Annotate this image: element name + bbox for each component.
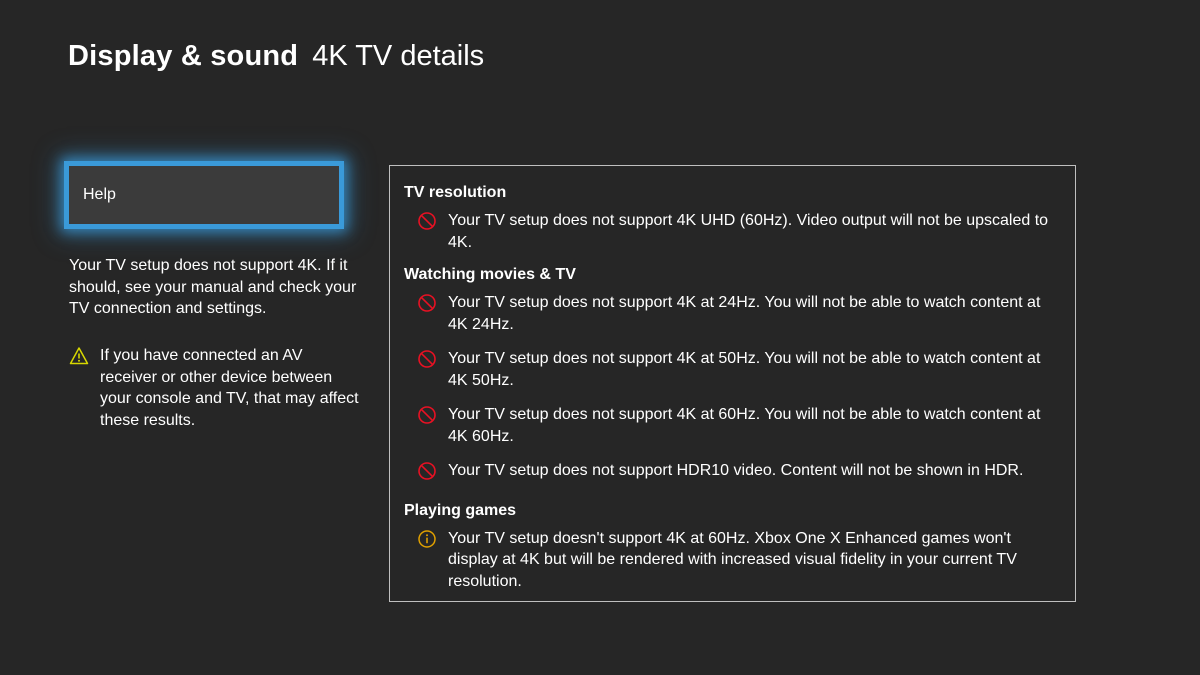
- page-title: 4K TV details: [312, 40, 485, 72]
- support-summary: Your TV setup does not support 4K. If it…: [69, 257, 357, 317]
- settings-screen: Display & sound 4K TV details Help Your …: [0, 0, 1200, 675]
- playing-games-heading: Playing games: [404, 501, 517, 519]
- list-item: Your TV setup doesn't support 4K at 60Hz…: [404, 528, 1060, 593]
- list-item: Your TV setup does not support 4K at 50H…: [404, 348, 1060, 391]
- blocked-icon: [418, 462, 436, 480]
- blocked-icon: [418, 294, 436, 312]
- list-item: Your TV setup does not support HDR10 vid…: [404, 460, 1060, 482]
- av-receiver-note: If you have connected an AV receiver or …: [69, 345, 359, 431]
- list-item: Your TV setup does not support 4K UHD (6…: [404, 210, 1060, 253]
- help-button-label: Help: [83, 186, 116, 203]
- item-text: Your TV setup does not support HDR10 vid…: [448, 462, 1024, 479]
- item-text: Your TV setup doesn't support 4K at 60Hz…: [448, 529, 1017, 590]
- info-icon: [418, 529, 436, 548]
- movies-tv-heading: Watching movies & TV: [404, 266, 576, 283]
- details-panel[interactable]: TV resolution Your TV setup does not sup…: [389, 165, 1076, 602]
- note-text: If you have connected an AV receiver or …: [100, 347, 359, 429]
- item-text: Your TV setup does not support 4K at 60H…: [448, 406, 1041, 445]
- tv-resolution-heading: TV resolution: [404, 184, 507, 201]
- list-item: Your TV setup does not support 4K at 24H…: [404, 292, 1060, 335]
- blocked-icon: [418, 212, 436, 230]
- list-item: Your TV setup does not support 4K at 60H…: [404, 404, 1060, 447]
- item-text: Your TV setup does not support 4K UHD (6…: [448, 212, 1049, 251]
- warning-icon: [69, 347, 89, 365]
- blocked-icon: [418, 406, 436, 424]
- item-text: Your TV setup does not support 4K at 24H…: [448, 294, 1041, 333]
- section-title: Display & sound: [68, 40, 299, 72]
- blocked-icon: [418, 350, 436, 368]
- item-text: Your TV setup does not support 4K at 50H…: [448, 350, 1041, 389]
- help-button[interactable]: Help: [64, 161, 344, 229]
- page-header: Display & sound 4K TV details: [68, 40, 484, 73]
- details-content: TV resolution Your TV setup does not sup…: [404, 182, 1060, 592]
